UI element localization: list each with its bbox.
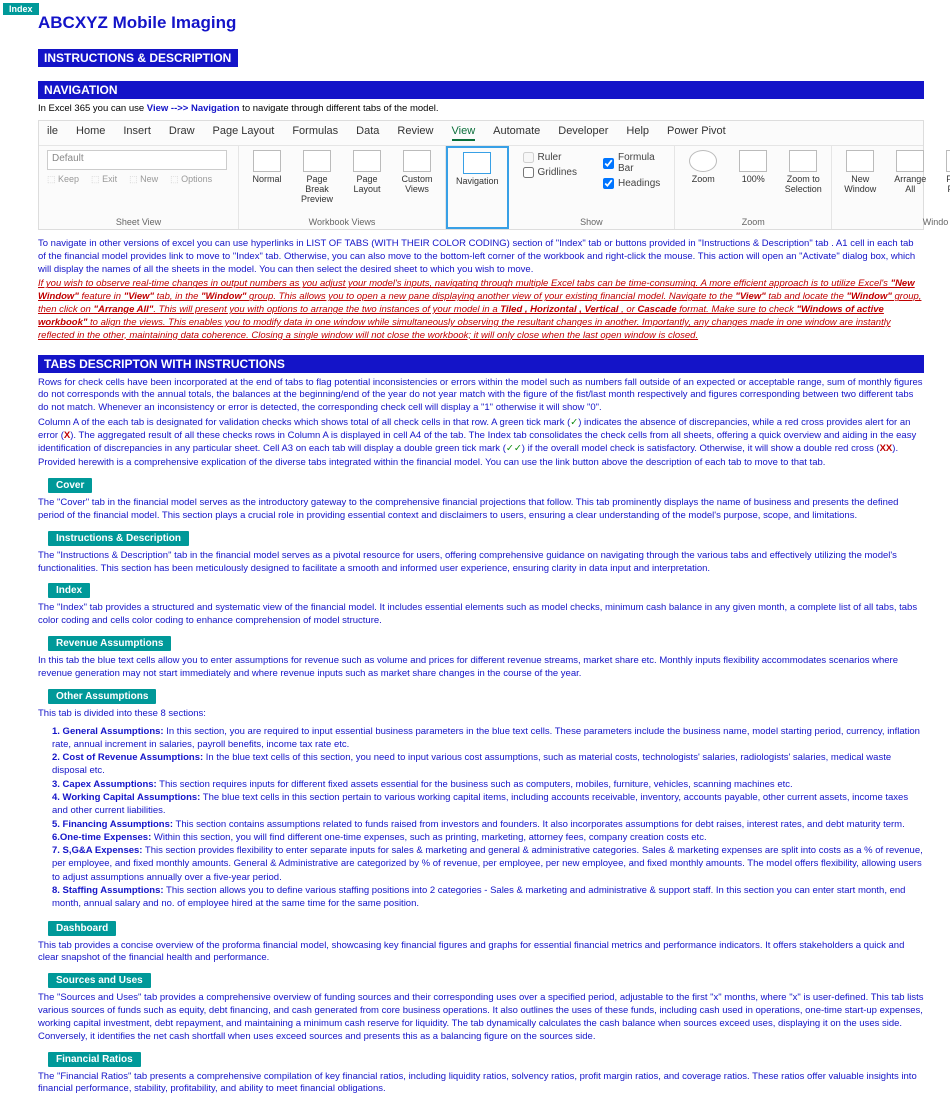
btn-newwindow[interactable]: New Window <box>840 150 880 194</box>
ribbon-tab-file[interactable]: ile <box>47 125 58 141</box>
ribbon-tab-draw[interactable]: Draw <box>169 125 195 141</box>
ribbon-tab-help[interactable]: Help <box>626 125 649 141</box>
ribbon-tab-home[interactable]: Home <box>76 125 105 141</box>
link-instructions[interactable]: Instructions & Description <box>48 531 189 546</box>
dashboard-desc: This tab provides a concise overview of … <box>38 940 924 966</box>
section-tabs-desc: TABS DESCRIPTON WITH INSTRUCTIONS <box>38 355 924 373</box>
chk-headings[interactable]: Headings <box>603 178 660 189</box>
btn-customviews[interactable]: Custom Views <box>397 150 437 194</box>
chk-gridlines[interactable]: Gridlines <box>523 167 577 178</box>
chk-ruler[interactable]: Ruler <box>523 152 577 163</box>
btn-arrangeall[interactable]: Arrange All <box>890 150 930 194</box>
excel-ribbon: ile Home Insert Draw Page Layout Formula… <box>38 120 924 230</box>
page-title: ABCXYZ Mobile Imaging <box>38 13 924 33</box>
sheetview-commands: Keep Exit New Options <box>47 174 230 185</box>
link-index[interactable]: Index <box>48 583 90 598</box>
list-item: 1. General Assumptions: In this section,… <box>52 725 924 752</box>
ribbon-tab-view[interactable]: View <box>452 125 476 141</box>
cmd-exit[interactable]: Exit <box>91 174 117 185</box>
link-dashboard[interactable]: Dashboard <box>48 921 116 936</box>
list-item: 2. Cost of Revenue Assumptions: In the b… <box>52 751 924 778</box>
link-other-assumptions[interactable]: Other Assumptions <box>48 689 156 704</box>
ribbon-tab-automate[interactable]: Automate <box>493 125 540 141</box>
nav-para-2: If you wish to observe real-time changes… <box>38 278 924 342</box>
ribbon-tab-insert[interactable]: Insert <box>123 125 151 141</box>
ribbon-tab-powerpivot[interactable]: Power Pivot <box>667 125 726 141</box>
sources-desc: The "Sources and Uses" tab provides a co… <box>38 992 924 1043</box>
index-desc: The "Index" tab provides a structured an… <box>38 602 924 628</box>
instructions-desc: The "Instructions & Description" tab in … <box>38 550 924 576</box>
list-item: 6.One-time Expenses: Within this section… <box>52 831 924 844</box>
section-instructions: INSTRUCTIONS & DESCRIPTION <box>38 49 238 67</box>
list-item: 5. Financing Assumptions: This section c… <box>52 818 924 831</box>
link-sources-uses[interactable]: Sources and Uses <box>48 973 151 988</box>
chk-formulabar[interactable]: Formula Bar <box>603 152 660 174</box>
nav-para-1: To navigate in other versions of excel y… <box>38 238 924 276</box>
group-show-label: Show <box>517 215 667 227</box>
btn-pagelayout[interactable]: Page Layout <box>347 150 387 194</box>
cmd-keep[interactable]: Keep <box>47 174 79 185</box>
cmd-options[interactable]: Options <box>170 174 212 185</box>
revenue-desc: In this tab the blue text cells allow yo… <box>38 655 924 681</box>
link-financial-ratios[interactable]: Financial Ratios <box>48 1052 141 1067</box>
btn-pagebreak[interactable]: Page Break Preview <box>297 150 337 204</box>
btn-normal[interactable]: Normal <box>247 150 287 184</box>
list-item: 8. Staffing Assumptions: This section al… <box>52 884 924 911</box>
list-item: 7. S,G&A Expenses: This section provides… <box>52 844 924 884</box>
ribbon-tab-review[interactable]: Review <box>397 125 433 141</box>
tabs-para-2: Column A of the each tab is designated f… <box>38 417 924 455</box>
group-window-label: Windo <box>840 215 950 227</box>
group-workbook-label: Workbook Views <box>247 215 437 227</box>
group-sheetview-label: Sheet View <box>47 215 230 227</box>
link-cover[interactable]: Cover <box>48 478 92 493</box>
ribbon-tab-developer[interactable]: Developer <box>558 125 608 141</box>
cmd-new[interactable]: New <box>129 174 158 185</box>
ribbon-tab-pagelayout[interactable]: Page Layout <box>213 125 275 141</box>
btn-zoom[interactable]: Zoom <box>683 150 723 184</box>
page-content: ABCXYZ Mobile Imaging INSTRUCTIONS & DES… <box>0 0 950 1118</box>
ribbon-tab-data[interactable]: Data <box>356 125 379 141</box>
index-tab-link[interactable]: Index <box>3 3 39 15</box>
tabs-para-1: Rows for check cells have been incorpora… <box>38 377 924 415</box>
cover-desc: The "Cover" tab in the financial model s… <box>38 497 924 523</box>
other-intro: This tab is divided into these 8 section… <box>38 708 924 721</box>
financial-ratios-desc: The "Financial Ratios" tab presents a co… <box>38 1071 924 1097</box>
sheetview-dropdown[interactable]: Default <box>47 150 227 170</box>
btn-zoomsel[interactable]: Zoom to Selection <box>783 150 823 194</box>
list-item: 4. Working Capital Assumptions: The blue… <box>52 791 924 818</box>
tabs-para-3: Provided herewith is a comprehensive exp… <box>38 457 924 470</box>
group-zoom-label: Zoom <box>683 215 823 227</box>
link-revenue-assumptions[interactable]: Revenue Assumptions <box>48 636 171 651</box>
btn-navigation[interactable]: Navigation <box>456 152 499 186</box>
section-navigation: NAVIGATION <box>38 81 924 99</box>
btn-freezepanes[interactable]: Freeze Panes <box>940 150 950 194</box>
ribbon-tabs: ile Home Insert Draw Page Layout Formula… <box>39 121 923 146</box>
other-assumptions-list: 1. General Assumptions: In this section,… <box>52 725 924 911</box>
ribbon-tab-formulas[interactable]: Formulas <box>292 125 338 141</box>
btn-zoom100[interactable]: 100% <box>733 150 773 184</box>
nav-hint: In Excel 365 you can use View -->> Navig… <box>38 103 924 114</box>
list-item: 3. Capex Assumptions: This section requi… <box>52 778 924 791</box>
